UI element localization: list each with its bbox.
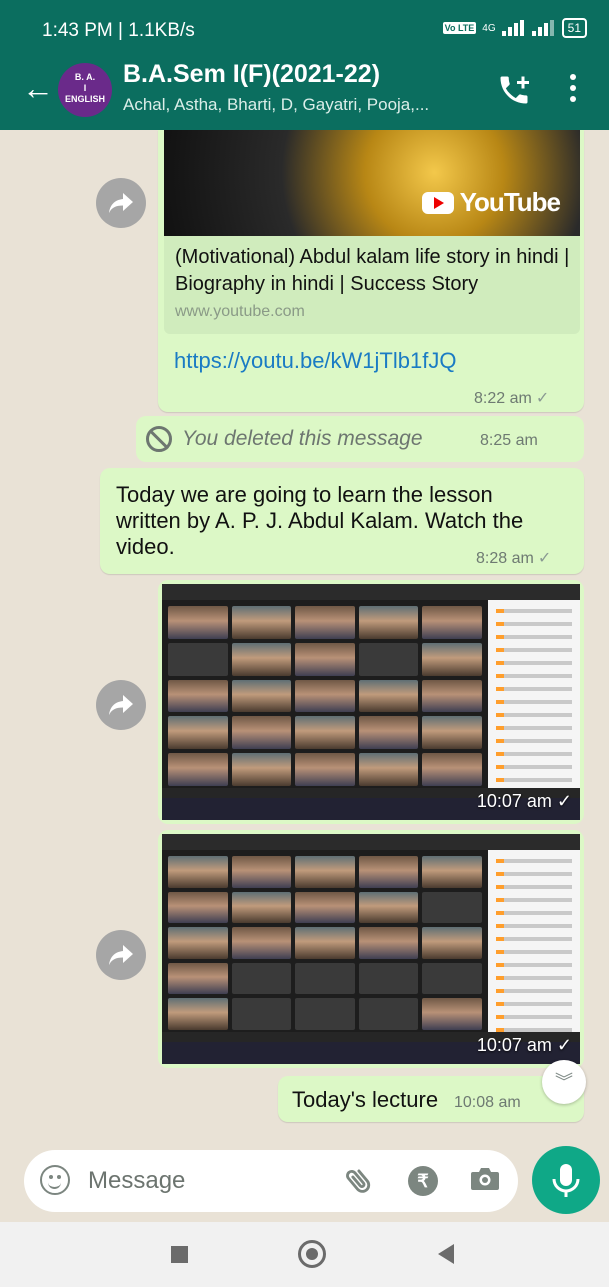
deleted-message-bubble[interactable]: You deleted this message 8:25 am: [136, 416, 584, 462]
emoji-icon[interactable]: [40, 1165, 70, 1195]
image-meeting-screenshot[interactable]: [162, 584, 580, 820]
image-meeting-screenshot[interactable]: [162, 834, 580, 1064]
message-meta: 8:28 am ✓: [476, 548, 551, 568]
scroll-to-bottom-button[interactable]: ︾: [542, 1060, 586, 1104]
message-composer[interactable]: Message ₹: [24, 1150, 518, 1212]
text-message-bubble[interactable]: Today's lecture 10:08 am: [278, 1076, 584, 1122]
message-time: 8:22 am: [474, 390, 532, 407]
forward-icon[interactable]: [96, 680, 146, 730]
forward-icon[interactable]: [96, 178, 146, 228]
sent-check-icon: ✓: [551, 791, 572, 811]
image-message-bubble[interactable]: 10:07 am ✓: [158, 830, 584, 1068]
message-link[interactable]: https://youtu.be/kW1jTlb1fJQ: [174, 348, 456, 374]
text-message-bubble[interactable]: Today we are going to learn the lesson w…: [100, 468, 584, 574]
forward-icon[interactable]: [96, 930, 146, 980]
recent-apps-icon[interactable]: [171, 1246, 188, 1263]
message-time: 10:07 am: [476, 1035, 552, 1055]
message-text: Today's lecture: [292, 1087, 439, 1112]
attach-icon[interactable]: [342, 1164, 376, 1198]
image-meta: 10:07 am ✓: [477, 791, 572, 812]
youtube-label: YouTube: [459, 187, 561, 217]
voice-record-button[interactable]: [532, 1146, 600, 1214]
image-message-bubble[interactable]: 10:07 am ✓: [158, 580, 584, 824]
link-preview-card[interactable]: (Motivational) Abdul kalam life story in…: [164, 236, 580, 334]
deleted-icon: [146, 426, 172, 452]
message-meta: 8:22 am ✓: [474, 388, 549, 408]
link-preview-domain: www.youtube.com: [175, 303, 305, 320]
system-nav-bar: [0, 1222, 609, 1287]
message-time: 10:07 am: [476, 791, 552, 811]
message-time: 10:08 am: [454, 1094, 521, 1111]
link-preview-title: (Motivational) Abdul kalam life story in…: [175, 246, 570, 295]
sent-check-icon: ✓: [551, 1035, 572, 1055]
deleted-message-text: You deleted this message: [182, 427, 423, 450]
youtube-play-icon: [421, 191, 454, 214]
sent-check-icon: ✓: [537, 550, 552, 567]
camera-icon[interactable]: [470, 1166, 500, 1192]
chat-area[interactable]: YouTube (Motivational) Abdul kalam life …: [0, 0, 609, 1140]
chevron-double-down-icon: ︾: [555, 1072, 573, 1092]
sent-check-icon: ✓: [535, 390, 550, 407]
back-triangle-icon[interactable]: [438, 1244, 454, 1264]
message-time: 8:28 am: [476, 550, 534, 567]
home-icon[interactable]: [298, 1240, 326, 1268]
payment-icon[interactable]: ₹: [408, 1166, 438, 1196]
mic-icon: [552, 1164, 580, 1197]
video-thumbnail[interactable]: YouTube: [164, 130, 580, 236]
youtube-badge: YouTube: [421, 187, 561, 218]
image-meta: 10:07 am ✓: [477, 1035, 572, 1056]
message-time: 8:25 am: [480, 432, 538, 449]
message-input[interactable]: Message: [88, 1167, 185, 1195]
